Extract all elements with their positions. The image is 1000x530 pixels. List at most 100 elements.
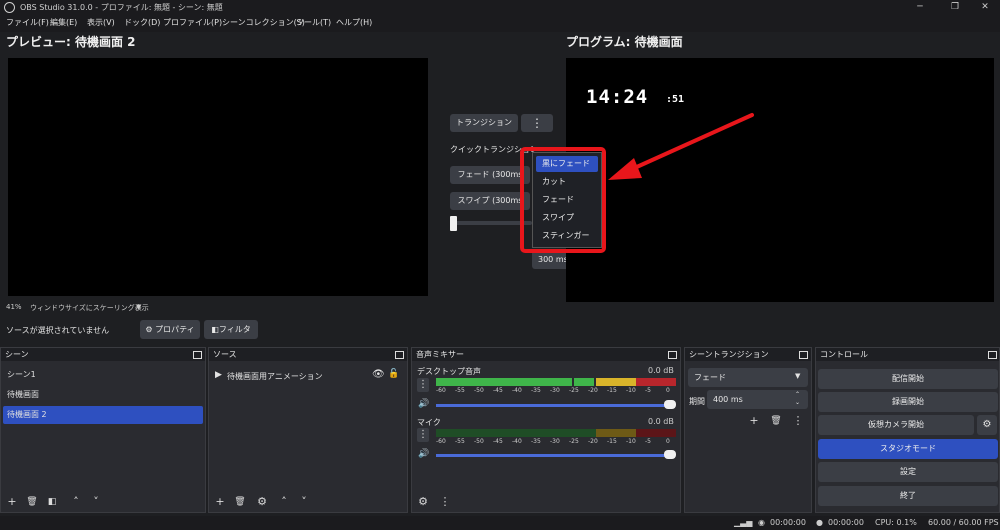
tick-label: -15 — [607, 438, 617, 445]
tick-label: -15 — [607, 387, 617, 394]
vu-red-segment — [636, 378, 676, 386]
clock-time: 14:24 — [586, 86, 649, 108]
filters-button[interactable]: ◧フィルタ — [204, 320, 258, 339]
tick-label: -20 — [588, 438, 598, 445]
menu-dock[interactable]: ドック(D) — [124, 17, 160, 28]
menu-view[interactable]: 表示(V) — [87, 17, 115, 28]
transition-select-value: フェード — [694, 373, 726, 382]
channel-db: 0.0 dB — [648, 417, 674, 426]
tick-label: -5 — [645, 438, 651, 445]
add-icon[interactable]: + — [213, 495, 227, 509]
volume-handle[interactable] — [664, 400, 676, 409]
more-icon[interactable]: ⋮ — [438, 495, 452, 509]
channel-menu-icon[interactable]: ⋮ — [417, 378, 429, 392]
transition-select[interactable]: フェード — [688, 368, 808, 387]
duration-spinbox[interactable]: 400 ms — [707, 390, 808, 409]
scenes-dock-title: シーン — [5, 350, 29, 359]
preview-scale-pct: 41% — [6, 303, 22, 311]
scene-item-selected[interactable]: 待機画面 2 — [3, 406, 203, 424]
minimize-button[interactable]: ─ — [900, 0, 940, 15]
trash-icon[interactable]: 🗑 — [233, 495, 247, 509]
clock-seconds: :51 — [666, 94, 685, 105]
undock-icon[interactable] — [193, 351, 202, 359]
menu-edit[interactable]: 編集(E) — [50, 17, 77, 28]
close-button[interactable]: ✕ — [965, 0, 1000, 15]
scene-item[interactable]: 待機画面 — [3, 386, 203, 404]
channel-name: デスクトップ音声 — [417, 367, 481, 376]
start-virtual-camera-button[interactable]: 仮想カメラ開始 — [818, 415, 974, 435]
filter-icon[interactable]: ◧ — [45, 495, 59, 509]
sources-dock-title: ソース — [213, 350, 237, 359]
speaker-icon[interactable]: 🔊 — [418, 399, 429, 409]
trash-icon[interactable]: 🗑 — [769, 414, 783, 428]
gear-icon[interactable]: ⚙ — [416, 495, 430, 509]
undock-icon[interactable] — [799, 351, 808, 359]
vu-meter — [436, 378, 676, 386]
speaker-icon[interactable]: 🔊 — [418, 449, 429, 459]
chevron-up-icon[interactable]: ˄ — [277, 495, 291, 509]
exit-button[interactable]: 終了 — [818, 486, 998, 506]
gear-icon[interactable]: ⚙ — [255, 495, 269, 509]
scenes-dock-header: シーン — [1, 348, 205, 361]
add-icon[interactable]: + — [5, 495, 19, 509]
transition-more-icon[interactable]: ⋮ — [521, 114, 553, 132]
duration-value: 400 ms — [713, 395, 743, 404]
undock-icon[interactable] — [668, 351, 677, 359]
volume-slider[interactable] — [436, 404, 672, 407]
red-highlight-box — [520, 147, 606, 253]
chevron-down-icon[interactable]: ˅ — [297, 495, 311, 509]
tick-label: -30 — [550, 387, 560, 394]
chevron-down-icon[interactable]: ▼ — [795, 372, 800, 380]
tick-label: -45 — [493, 438, 503, 445]
quick-transition-swipe[interactable]: スワイプ (300ms — [450, 192, 530, 210]
menu-file[interactable]: ファイル(F) — [6, 17, 49, 28]
scene-transitions-title: シーントランジション — [689, 350, 769, 359]
chevron-down-icon[interactable]: ˅ — [89, 495, 103, 509]
properties-button[interactable]: ⚙ プロパティ — [140, 320, 200, 339]
tbar-handle[interactable] — [450, 216, 457, 231]
status-bar: ▁▃▅ ◉ 00:00:00 ● 00:00:00 CPU: 0.1% 60.0… — [0, 516, 1000, 530]
tick-label: -35 — [531, 438, 541, 445]
window-title: OBS Studio 31.0.0 - プロファイル: 無題 - シーン: 無題 — [20, 3, 223, 12]
gear-icon: ⚙ — [145, 325, 153, 334]
preview-canvas[interactable] — [8, 58, 428, 296]
studio-mode-button[interactable]: スタジオモード — [818, 439, 998, 459]
volume-handle[interactable] — [664, 450, 676, 459]
quick-transition-fade[interactable]: フェード (300ms — [450, 166, 530, 184]
undock-icon[interactable] — [988, 351, 997, 359]
transition-button[interactable]: トランジション — [450, 114, 518, 132]
spin-arrows-icon[interactable]: ⌃⌄ — [795, 391, 800, 407]
channel-menu-icon[interactable]: ⋮ — [417, 428, 429, 442]
chevron-down-icon[interactable]: ▼ — [136, 303, 141, 311]
eye-icon[interactable]: 👁 — [372, 369, 385, 380]
source-item[interactable]: 待機画面用アニメーション — [227, 371, 323, 382]
gear-icon[interactable]: ⚙ — [977, 415, 997, 435]
scene-transitions-header: シーントランジション — [685, 348, 811, 361]
stream-time: 00:00:00 — [770, 518, 806, 527]
trash-icon[interactable]: 🗑 — [25, 495, 39, 509]
scene-item[interactable]: シーン1 — [3, 366, 203, 384]
menu-scene-collection[interactable]: シーンコレクション(S) — [222, 17, 305, 28]
start-recording-button[interactable]: 録画開始 — [818, 392, 998, 412]
tick-label: -40 — [512, 438, 522, 445]
add-icon[interactable]: + — [747, 414, 761, 428]
tick-label: -25 — [569, 387, 579, 394]
vu-yellow-segment — [596, 429, 636, 437]
menu-tools[interactable]: ツール(T) — [296, 17, 331, 28]
undock-icon[interactable] — [395, 351, 404, 359]
lock-icon[interactable]: 🔓 — [388, 369, 399, 379]
vu-green-segment — [574, 378, 594, 386]
volume-slider[interactable] — [436, 454, 672, 457]
tick-label: -10 — [626, 387, 636, 394]
filters-label: フィルタ — [218, 325, 251, 334]
chevron-up-icon[interactable]: ˄ — [69, 495, 83, 509]
tick-label: 0 — [666, 387, 670, 394]
more-icon[interactable]: ⋮ — [791, 414, 805, 428]
settings-button[interactable]: 設定 — [818, 462, 998, 482]
menu-help[interactable]: ヘルプ(H) — [336, 17, 372, 28]
preview-scale-mode[interactable]: ウィンドウサイズにスケーリング表示 — [30, 303, 149, 313]
tick-label: -25 — [569, 438, 579, 445]
tick-label: 0 — [666, 438, 670, 445]
start-streaming-button[interactable]: 配信開始 — [818, 369, 998, 389]
menu-profile[interactable]: プロファイル(P) — [163, 17, 222, 28]
